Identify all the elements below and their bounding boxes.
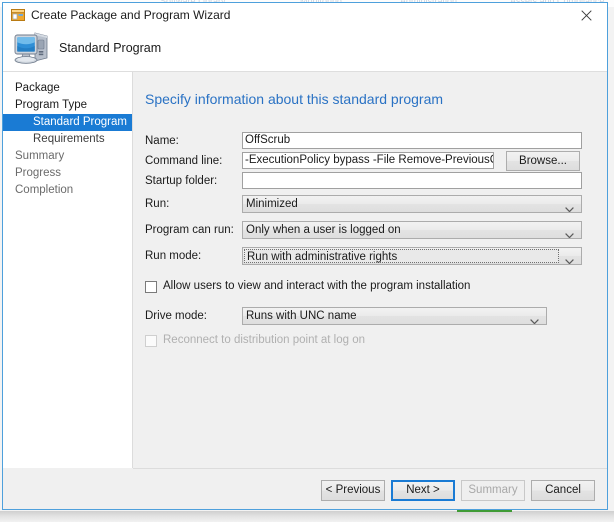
chevron-down-icon <box>565 228 574 238</box>
page-title: Specify information about this standard … <box>145 91 444 107</box>
wizard-content-panel: Specify information about this standard … <box>134 72 607 468</box>
dialog-body: Package Program Type Standard Program Re… <box>3 72 607 468</box>
startup-folder-label: Startup folder: <box>145 175 218 187</box>
wizard-dialog: Create Package and Program Wizard Standa… <box>2 2 608 510</box>
sidebar-item-standard-program[interactable]: Standard Program <box>3 114 132 131</box>
checkbox-box <box>145 335 157 347</box>
run-label: Run: <box>145 198 170 210</box>
drive-mode-label: Drive mode: <box>145 310 207 322</box>
sidebar-item-summary[interactable]: Summary <box>3 148 132 165</box>
run-dropdown[interactable]: Minimized <box>242 195 582 213</box>
allow-users-label: Allow users to view and interact with th… <box>163 280 471 292</box>
run-mode-label: Run mode: <box>145 250 202 262</box>
next-button[interactable]: Next > <box>391 480 455 501</box>
sidebar-item-package[interactable]: Package <box>3 80 132 97</box>
close-icon[interactable] <box>565 3 607 27</box>
sidebar-item-completion[interactable]: Completion <box>3 182 132 199</box>
command-line-input[interactable]: -ExecutionPolicy bypass -File Remove-Pre… <box>242 152 494 169</box>
header-title: Standard Program <box>59 41 162 55</box>
name-label: Name: <box>145 135 179 147</box>
previous-button[interactable]: < Previous <box>321 480 385 501</box>
drive-mode-dropdown[interactable]: Runs with UNC name <box>242 307 547 325</box>
program-can-run-dropdown[interactable]: Only when a user is logged on <box>242 221 582 239</box>
drive-mode-dropdown-value: Runs with UNC name <box>246 310 357 322</box>
footer-divider-fill <box>3 468 133 469</box>
chevron-down-icon <box>530 314 539 324</box>
sidebar-item-program-type[interactable]: Program Type <box>3 97 132 114</box>
reconnect-label: Reconnect to distribution point at log o… <box>163 334 366 346</box>
browse-button[interactable]: Browse... <box>506 151 580 171</box>
name-input[interactable]: OffScrub <box>242 132 582 149</box>
wizard-header: Standard Program <box>3 27 607 72</box>
startup-folder-input[interactable] <box>242 172 582 189</box>
chevron-down-icon <box>565 254 574 264</box>
program-can-run-dropdown-value: Only when a user is logged on <box>246 224 401 236</box>
sidebar-item-requirements[interactable]: Requirements <box>3 131 132 148</box>
window-drop-shadow <box>0 511 614 522</box>
wizard-step-sidebar: Package Program Type Standard Program Re… <box>3 72 133 468</box>
title-bar: Create Package and Program Wizard <box>3 3 607 27</box>
sidebar-item-progress[interactable]: Progress <box>3 165 132 182</box>
run-mode-dropdown[interactable]: Run with administrative rights <box>242 247 582 265</box>
checkbox-box <box>145 281 157 293</box>
dialog-footer: < Previous Next > Summary Cancel <box>3 468 607 509</box>
chevron-down-icon <box>565 202 574 212</box>
command-line-label: Command line: <box>145 155 223 167</box>
run-dropdown-value: Minimized <box>246 198 298 210</box>
program-can-run-label: Program can run: <box>145 224 234 236</box>
window-title: Create Package and Program Wizard <box>31 8 231 22</box>
package-wizard-icon <box>11 8 25 22</box>
computer-monitor-icon <box>13 29 55 67</box>
cancel-button[interactable]: Cancel <box>531 480 595 501</box>
summary-button: Summary <box>461 480 525 501</box>
run-mode-dropdown-value: Run with administrative rights <box>244 249 559 263</box>
